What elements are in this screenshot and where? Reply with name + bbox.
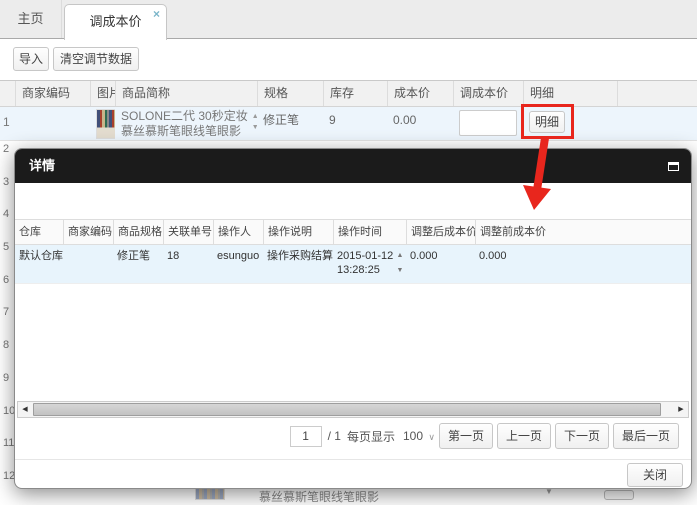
cell-filler [617,107,697,140]
pagination-bar: / 1 每页显示 100 ∨ 第一页 上一页 下一页 最后一页 [289,423,679,449]
table-row: 1 SOLONE二代 30秒定妆 慕丝慕斯笔眼线笔眼影 ▲ ▼ 修正笔 9 0.… [0,107,697,141]
header-operation: 操作说明 [263,220,333,244]
last-page-button[interactable]: 最后一页 [612,423,679,449]
header-related-no: 关联单号 [163,220,213,244]
close-icon[interactable]: × [153,7,160,21]
header-merchant-code: 商家编码 [15,81,90,106]
row-number: 8 [3,339,10,352]
product-name-text: SOLONE二代 30秒定妆 慕丝慕斯笔眼线笔眼影 [121,109,248,138]
horizontal-scrollbar[interactable]: ◀ ▶ [17,401,689,418]
header-cost-before: 调整前成本价 [475,220,691,244]
adjust-cost-input[interactable] [459,110,517,136]
dialog-titlebar[interactable]: 详情 [15,149,691,183]
header-merchant-code: 商家编码 [63,220,113,244]
clear-adjust-data-button[interactable]: 清空调节数据 [53,47,139,71]
chevron-down-icon: ∨ [428,432,435,442]
cell-spec: 修正笔 [263,113,300,127]
scrollbar-thumb[interactable] [33,403,661,416]
row-number: 6 [3,273,10,286]
detail-table-header: 仓库 商家编码 商品规格 关联单号 操作人 操作说明 操作时间 调整后成本价 调… [15,219,691,245]
cell-operation: 操作采购结算 [267,250,333,262]
cell-detail: 明细 [523,107,617,140]
cell-cost-after: 0.000 [410,250,438,262]
header-image: 图片 [90,81,115,106]
cell-operator: esunguo [217,250,260,262]
close-dialog-button[interactable]: 关闭 [627,463,683,487]
header-filler [617,81,697,106]
cell-product-name: SOLONE二代 30秒定妆 慕丝慕斯笔眼线笔眼影 ▲ ▼ [115,107,257,140]
tab-label: 调成本价 [89,14,142,29]
row-number: 9 [3,371,10,384]
tab-adjust-cost[interactable]: 调成本价 × [64,4,167,40]
row-number: 5 [3,241,10,254]
row-number: 1 [3,115,10,129]
cell-adjust-cost [453,107,523,140]
product-thumbnail [195,488,225,500]
per-page-select[interactable]: 100 ∨ [403,429,435,443]
prev-page-button[interactable]: 上一页 [496,423,551,449]
header-warehouse: 仓库 [19,226,41,238]
spinner-up-icon[interactable]: ▲ [397,248,404,263]
header-cost: 成本价 [387,81,453,106]
per-page-value: 100 [402,429,423,443]
cell-cost-before: 0.000 [479,250,507,262]
scroll-left-icon[interactable]: ◀ [18,402,32,417]
header-stock: 库存 [323,81,387,106]
row-number: 7 [3,306,10,319]
maximize-icon[interactable] [668,162,679,171]
product-thumbnail [96,109,115,139]
row-number: 3 [3,175,10,188]
cell-merchant-code [15,107,90,140]
row-number: 10 [3,404,16,417]
header-operation-time: 操作时间 [333,220,406,244]
cell-warehouse: 默认仓库 [19,250,63,262]
footer-divider [15,459,691,460]
row-number-strip: 2 3 4 5 6 7 8 9 10 11 12 [0,141,16,501]
spinner-down-icon[interactable]: ▼ [397,263,404,278]
page-total-label: / 1 [327,429,341,443]
main-table-header: 商家编码 图片 商品简称 规格 库存 成本价 调成本价 明细 [0,80,697,107]
cell-related-no: 18 [167,250,180,262]
row-number: 2 [3,143,10,155]
cell-image [90,107,115,140]
partial-product-name: 慕丝慕斯笔眼线笔眼影 [259,490,380,504]
page-number-input[interactable] [289,425,322,447]
header-adjust-cost: 调成本价 [453,81,523,106]
detail-button[interactable]: 明细 [529,111,565,133]
cell-merchant-code [63,245,113,283]
header-product-name: 商品简称 [115,81,257,106]
partial-detail-button[interactable] [604,490,634,500]
cell-cost: 0.00 [393,113,417,127]
time-sort-spinner[interactable]: ▲ ▼ [393,248,407,278]
header-cost-after: 调整后成本价 [406,220,475,244]
row-number: 4 [3,208,10,221]
header-operator: 操作人 [213,220,263,244]
header-product-spec: 商品规格 [113,220,163,244]
first-page-button[interactable]: 第一页 [438,423,493,449]
cell-stock: 9 [329,113,336,127]
tab-home[interactable]: 主页 [0,0,62,38]
scroll-right-icon[interactable]: ▶ [674,402,688,417]
cell-product-spec: 修正笔 [117,250,150,262]
tab-bar: 主页 调成本价 × [0,0,697,40]
detail-dialog: 详情 仓库 商家编码 商品规格 关联单号 操作人 操作说明 操作时间 调整后成本… [14,148,692,489]
dialog-title: 详情 [29,158,56,173]
header-detail: 明细 [523,81,617,106]
per-page-label: 每页显示 [346,429,395,444]
row-number: 11 [3,437,15,450]
detail-table-row[interactable]: 默认仓库 修正笔 18 esunguo 操作采购结算 2015-01-12 13… [15,245,691,284]
next-page-button[interactable]: 下一页 [554,423,609,449]
header-spec: 规格 [257,81,323,106]
header-rownum [0,81,15,106]
import-button[interactable]: 导入 [13,47,49,71]
